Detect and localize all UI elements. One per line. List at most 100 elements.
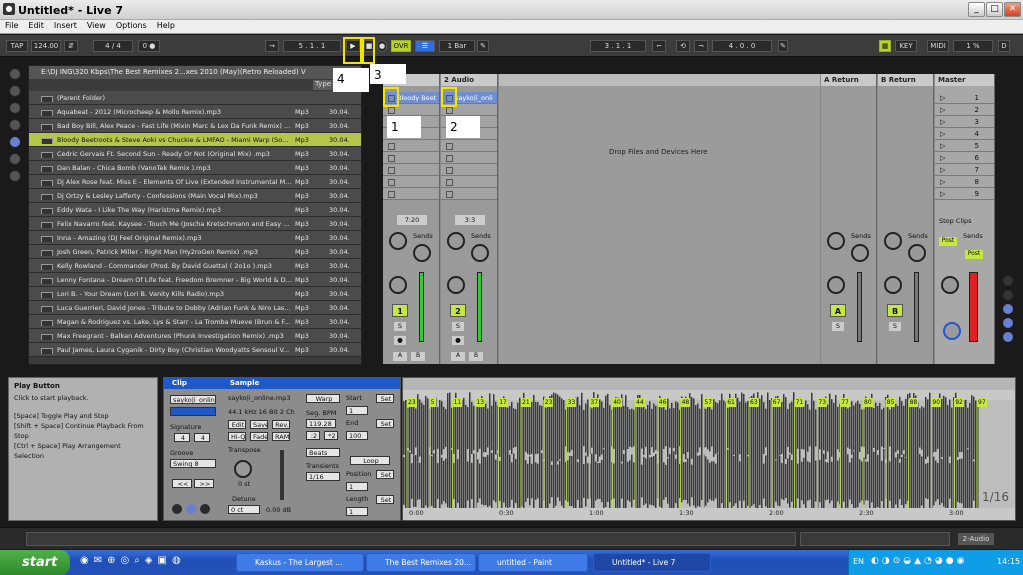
pencil-icon[interactable]: ✎ [778, 40, 788, 52]
overdub-button[interactable]: OVR [391, 40, 411, 52]
start-set-button[interactable]: Set [376, 394, 394, 403]
reverse-button[interactable]: Rev. [272, 420, 290, 429]
pan-knob[interactable] [389, 276, 407, 294]
pan-knob[interactable] [827, 276, 845, 294]
hiq-button[interactable]: Hi-Q [228, 432, 246, 441]
warp-marker[interactable]: 33 [566, 398, 577, 407]
loop-button[interactable]: Loop [350, 456, 390, 465]
clip-slot[interactable] [383, 152, 439, 164]
drop-zone[interactable]: Drop Files and Devices Here [499, 74, 820, 364]
scene-launch[interactable]: ▷ 9 [935, 188, 994, 200]
taskbar-item-kaskus[interactable]: Kaskus - The Largest ... [236, 553, 364, 572]
device-browser-icon[interactable] [9, 85, 21, 97]
scene-launch[interactable]: ▷ 4 [935, 128, 994, 140]
sample-toggle-icon[interactable] [200, 504, 210, 514]
length-set-button[interactable]: Set [376, 495, 394, 504]
list-item[interactable]: Felix Navarro feat. Kaysee - Touch Me (J… [29, 217, 361, 231]
warp-marker[interactable]: 46 [657, 398, 668, 407]
post-button[interactable]: Post [965, 250, 983, 259]
clip-slot[interactable] [441, 176, 497, 188]
taskbar-item-paint[interactable]: untitled - Paint [478, 553, 588, 572]
tempo-field[interactable]: 124.00 [31, 40, 61, 52]
signature-field[interactable]: 4 / 4 [93, 40, 133, 52]
track-2-title[interactable]: 2 Audio [441, 74, 497, 86]
warp-marker[interactable]: 80 [863, 398, 873, 407]
clip-slot[interactable] [441, 152, 497, 164]
send-b-knob[interactable] [851, 244, 869, 262]
warp-marker[interactable]: 37 [589, 398, 600, 407]
return-a-activator[interactable]: A [830, 304, 846, 317]
return-a-title[interactable]: A Return [821, 74, 876, 86]
key-map-button[interactable]: KEY [895, 40, 917, 52]
list-item[interactable]: Kelly Rowland - Commander (Prod. By Davi… [29, 259, 361, 273]
solo-button[interactable]: S [452, 322, 464, 331]
warp-marker[interactable]: 97 [977, 398, 987, 407]
arm-button[interactable]: ● [394, 336, 406, 345]
file-browser-3-icon[interactable] [9, 153, 21, 165]
scene-launch[interactable]: ▷ 5 [935, 140, 994, 152]
detune-field[interactable]: 0 ct [228, 505, 260, 514]
language-indicator[interactable]: EN [853, 557, 864, 566]
menu-view[interactable]: View [82, 20, 111, 31]
list-item[interactable]: Dj Alex Rose feat. Miss E - Elements Of … [29, 175, 361, 189]
clip-name-field[interactable]: sayko|i_onlin [170, 395, 216, 404]
ram-button[interactable]: RAM [272, 432, 290, 441]
list-item[interactable]: Lenny Fontana - Dream Of Life feat. Free… [29, 273, 361, 287]
arm-button[interactable]: ● [452, 336, 464, 345]
end-set-button[interactable]: Set [376, 419, 394, 428]
warp-marker[interactable]: 63 [749, 398, 759, 407]
quantize-icon[interactable]: ☰ [415, 40, 435, 52]
solo-button[interactable]: S [832, 322, 844, 331]
warp-marker[interactable]: 40 [612, 398, 622, 407]
pan-knob[interactable] [884, 276, 902, 294]
transients-select[interactable]: 1/16 [306, 472, 340, 481]
warp-button[interactable]: Warp [306, 394, 340, 403]
clip-slot[interactable] [441, 140, 497, 152]
list-item[interactable]: Luca Guerrieri, David Jones - Tribute to… [29, 301, 361, 315]
warp-marker[interactable]: 13 [475, 398, 486, 407]
pan-knob[interactable] [447, 276, 465, 294]
clip-slot[interactable] [441, 164, 497, 176]
minimize-button[interactable]: _ [968, 2, 985, 17]
list-item[interactable]: Josh Green, Patrick Miller - Right Man (… [29, 245, 361, 259]
warp-marker[interactable]: 11 [452, 398, 463, 407]
scene-launch[interactable]: ▷ 8 [935, 176, 994, 188]
maximize-button[interactable]: □ [986, 2, 1003, 17]
clip-slot[interactable] [383, 164, 439, 176]
taskbar-item-remixes[interactable]: The Best Remixes 20... [366, 553, 476, 572]
crossfade-a[interactable]: A [393, 352, 407, 361]
track-indicator[interactable]: 2-Audio [958, 533, 994, 545]
follow-icon[interactable]: → [265, 40, 279, 52]
sends-icon[interactable] [1003, 290, 1013, 300]
gain-slider[interactable] [280, 450, 284, 500]
save-button[interactable]: Save [250, 420, 268, 429]
draw-mode-icon[interactable]: ✎ [477, 40, 489, 52]
warp-marker[interactable]: 5 [429, 398, 436, 407]
file-browser-2-icon[interactable] [9, 136, 21, 148]
warp-marker[interactable]: 48 [680, 398, 691, 407]
list-item[interactable]: Max Freegrant - Balkan Adventures (Phunk… [29, 329, 361, 343]
clip-slot[interactable] [383, 188, 439, 200]
double-tempo-button[interactable]: *2 [324, 431, 338, 440]
warp-marker[interactable]: 88 [908, 398, 919, 407]
send-b-knob[interactable] [471, 244, 489, 262]
send-b-knob[interactable] [908, 244, 926, 262]
list-item[interactable]: Paul James, Laura Cyganik - Dirty Boy (C… [29, 343, 361, 357]
clip-slot[interactable] [441, 188, 497, 200]
punch-out-icon[interactable]: ¬ [694, 40, 708, 52]
warp-marker[interactable]: 61 [726, 398, 736, 407]
master-pan-knob[interactable] [941, 276, 959, 294]
scene-launch[interactable]: ▷ 1 [935, 92, 994, 104]
master-title[interactable]: Master [935, 74, 994, 86]
list-item[interactable]: Cedric Gervais Ft. Second Sun - Ready Or… [29, 147, 361, 161]
nudge-forward-icon[interactable]: >> [194, 479, 214, 488]
crossfade-a[interactable]: A [451, 352, 465, 361]
plugin-browser-icon[interactable] [9, 102, 21, 114]
punch-in-icon[interactable]: ⌐ [652, 40, 666, 52]
scene-launch[interactable]: ▷ 6 [935, 152, 994, 164]
start-field[interactable]: 1 [346, 406, 368, 415]
warp-marker[interactable]: 77 [840, 398, 850, 407]
scene-launch[interactable]: ▷ 7 [935, 164, 994, 176]
warp-marker[interactable]: 44 [635, 398, 645, 407]
warp-marker[interactable]: 57 [703, 398, 714, 407]
